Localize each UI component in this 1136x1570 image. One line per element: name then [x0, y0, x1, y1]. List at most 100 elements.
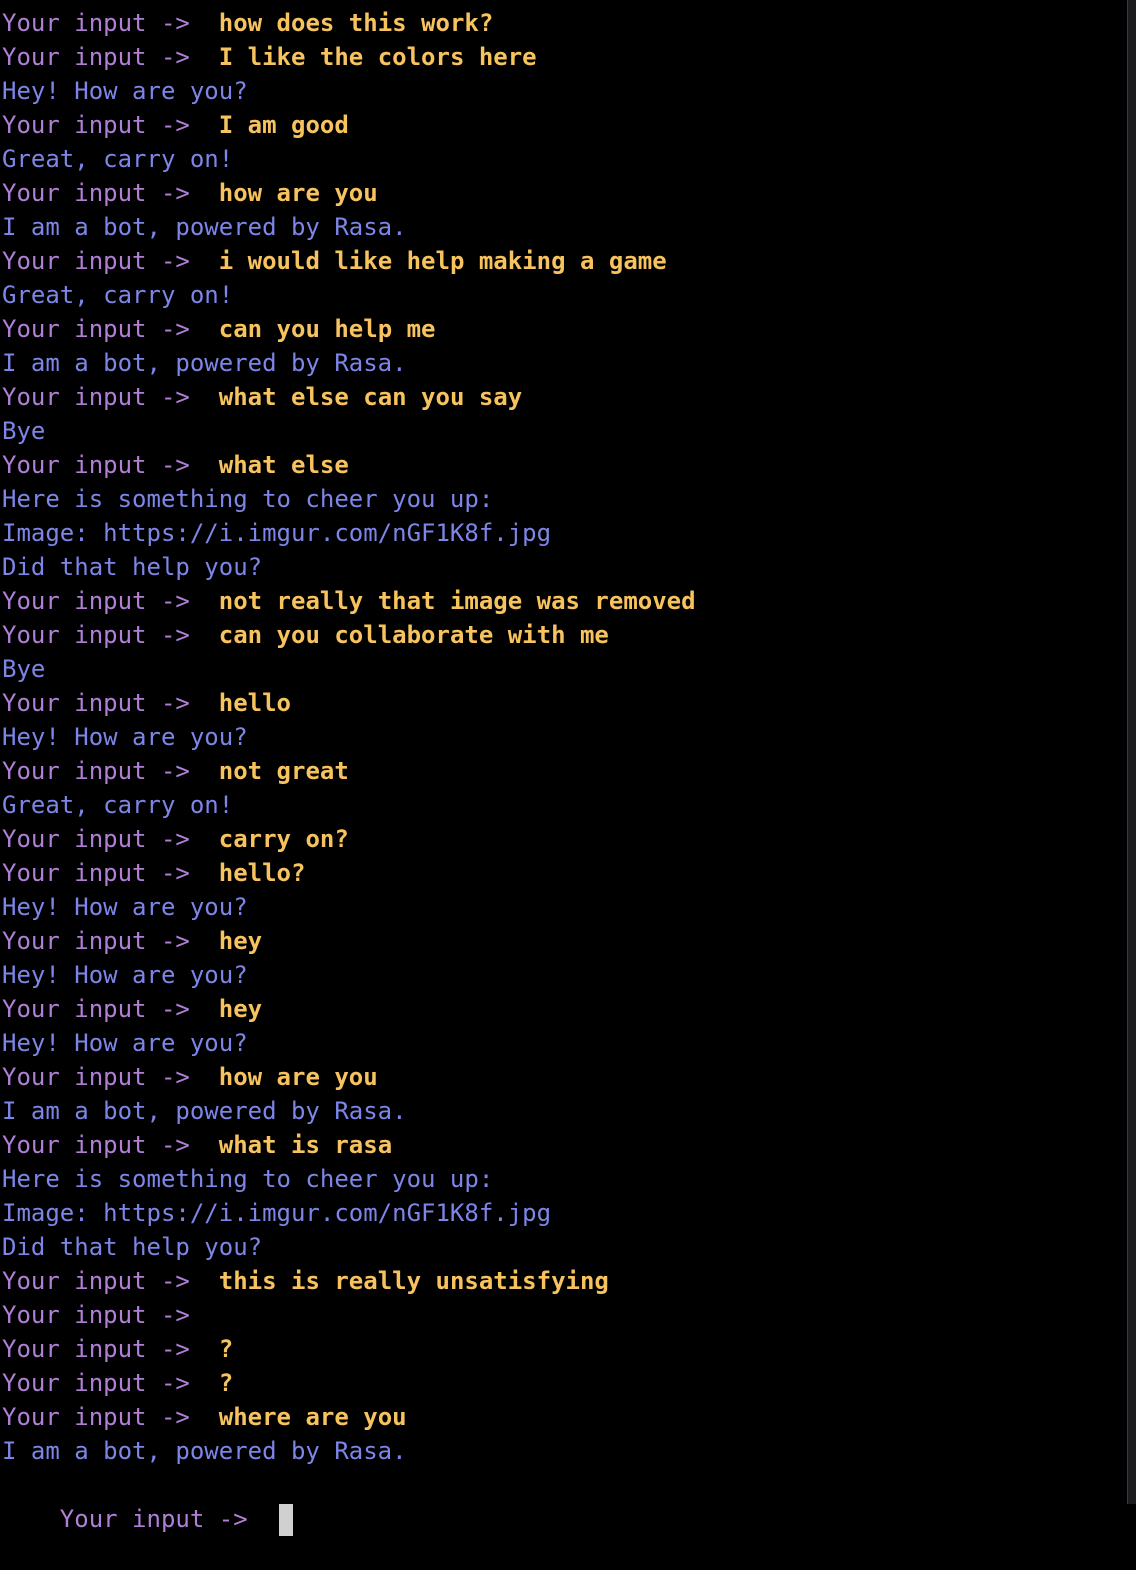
bot-message: Bye: [2, 655, 46, 683]
user-input-line: Your input -> carry on?: [0, 822, 1128, 856]
input-prompt: Your input ->: [2, 859, 219, 887]
bot-message: Here is something to cheer you up:: [2, 485, 494, 513]
input-prompt: Your input ->: [2, 43, 219, 71]
bot-response-line: I am a bot, powered by Rasa.: [0, 210, 1128, 244]
bot-response-line: Hey! How are you?: [0, 958, 1128, 992]
bot-response-line: Hey! How are you?: [0, 720, 1128, 754]
input-prompt: Your input ->: [2, 757, 219, 785]
bot-message: Did that help you?: [2, 553, 263, 581]
terminal-output: Your input -> how does this work? Your in…: [0, 6, 1128, 1468]
bot-response-line: Hey! How are you?: [0, 890, 1128, 924]
user-input-line: Your input -> I like the colors here: [0, 40, 1128, 74]
user-message: this is really unsatisfying: [218, 1267, 609, 1295]
user-message: what else: [218, 451, 349, 479]
user-input-line: Your input -> not great: [0, 754, 1128, 788]
input-prompt: Your input ->: [2, 621, 219, 649]
input-prompt: Your input ->: [2, 179, 219, 207]
bot-response-line: Bye: [0, 414, 1128, 448]
user-input-line: Your input -> what else can you say: [0, 380, 1128, 414]
user-message: i would like help making a game: [218, 247, 667, 275]
bot-message: Hey! How are you?: [2, 77, 248, 105]
bot-response-line: Great, carry on!: [0, 142, 1128, 176]
bot-response-line: Here is something to cheer you up:: [0, 482, 1128, 516]
input-prompt: Your input ->: [2, 1301, 219, 1329]
input-prompt: Your input ->: [2, 689, 219, 717]
bot-message: Hey! How are you?: [2, 893, 248, 921]
user-input-line: Your input -> how does this work?: [0, 6, 1128, 40]
user-input-line: Your input -> this is really unsatisfyin…: [0, 1264, 1128, 1298]
user-message: carry on?: [218, 825, 349, 853]
bot-message: I am a bot, powered by Rasa.: [2, 213, 407, 241]
input-prompt: Your input ->: [2, 1063, 219, 1091]
bot-message: Here is something to cheer you up:: [2, 1165, 494, 1193]
input-prompt: Your input ->: [2, 1369, 219, 1397]
input-prompt: Your input ->: [2, 247, 219, 275]
user-input-line: Your input -> I am good: [0, 108, 1128, 142]
user-message: not really that image was removed: [218, 587, 696, 615]
bot-response-line: Hey! How are you?: [0, 74, 1128, 108]
user-message: not great: [218, 757, 349, 785]
user-input-line: Your input -> how are you: [0, 1060, 1128, 1094]
user-message: how does this work?: [218, 9, 494, 37]
bot-message: Great, carry on!: [2, 791, 234, 819]
input-prompt: Your input ->: [2, 825, 219, 853]
user-input-line: Your input -> hey: [0, 924, 1128, 958]
bot-response-line: Image: https://i.imgur.com/nGF1K8f.jpg: [0, 1196, 1128, 1230]
window-edge: [1127, 0, 1136, 1504]
input-prompt: Your input ->: [2, 111, 219, 139]
user-message: hey: [218, 995, 263, 1023]
user-input-line: Your input -> what else: [0, 448, 1128, 482]
user-message: can you collaborate with me: [218, 621, 609, 649]
bot-message: I am a bot, powered by Rasa.: [2, 349, 407, 377]
user-message: how are you: [218, 1063, 378, 1091]
user-message: I like the colors here: [218, 43, 537, 71]
user-message: what else can you say: [218, 383, 523, 411]
user-message: ?: [218, 1369, 234, 1397]
bot-message: Bye: [2, 417, 46, 445]
bot-message: Did that help you?: [2, 1233, 263, 1261]
user-input-line: Your input -> what is rasa: [0, 1128, 1128, 1162]
bot-response-line: Great, carry on!: [0, 788, 1128, 822]
input-prompt: Your input ->: [2, 1267, 219, 1295]
input-prompt: Your input ->: [2, 587, 219, 615]
bot-message: Great, carry on!: [2, 281, 234, 309]
bot-message: Hey! How are you?: [2, 1029, 248, 1057]
user-input-line: Your input -> not really that image was …: [0, 584, 1128, 618]
bot-message: I am a bot, powered by Rasa.: [2, 1097, 407, 1125]
user-input-line: Your input -> where are you: [0, 1400, 1128, 1434]
bot-response-line: Image: https://i.imgur.com/nGF1K8f.jpg: [0, 516, 1128, 550]
user-input-line: Your input -> can you collaborate with m…: [0, 618, 1128, 652]
input-prompt: Your input ->: [2, 451, 219, 479]
bot-response-line: Did that help you?: [0, 550, 1128, 584]
input-prompt: Your input ->: [2, 315, 219, 343]
bot-message: Image: https://i.imgur.com/nGF1K8f.jpg: [2, 519, 552, 547]
input-prompt: Your input ->: [2, 1403, 219, 1431]
input-prompt: Your input ->: [59, 1505, 277, 1533]
bot-response-line: Here is something to cheer you up:: [0, 1162, 1128, 1196]
user-input-line: Your input -> i would like help making a…: [0, 244, 1128, 278]
input-prompt: Your input ->: [2, 9, 219, 37]
bot-message: Hey! How are you?: [2, 961, 248, 989]
user-message: hello?: [218, 859, 306, 887]
active-input-line[interactable]: Your input ->: [0, 1468, 1128, 1536]
input-prompt: Your input ->: [2, 927, 219, 955]
user-message: where are you: [218, 1403, 407, 1431]
bot-response-line: Did that help you?: [0, 1230, 1128, 1264]
user-input-line: Your input -> hey: [0, 992, 1128, 1026]
bot-message: I am a bot, powered by Rasa.: [2, 1437, 407, 1465]
terminal-window[interactable]: Your input -> how does this work? Your in…: [0, 0, 1128, 1536]
bot-response-line: Great, carry on!: [0, 278, 1128, 312]
user-input-line: Your input ->: [0, 1298, 1128, 1332]
user-input-line: Your input -> hello?: [0, 856, 1128, 890]
user-input-line: Your input -> can you help me: [0, 312, 1128, 346]
user-input-line: Your input -> how are you: [0, 176, 1128, 210]
bot-response-line: Bye: [0, 652, 1128, 686]
text-cursor: [278, 1504, 293, 1536]
user-input-line: Your input -> hello: [0, 686, 1128, 720]
user-message: hey: [218, 927, 263, 955]
bot-response-line: Hey! How are you?: [0, 1026, 1128, 1060]
user-message: can you help me: [218, 315, 436, 343]
input-prompt: Your input ->: [2, 1131, 219, 1159]
bot-response-line: I am a bot, powered by Rasa.: [0, 1094, 1128, 1128]
bot-message: Great, carry on!: [2, 145, 234, 173]
